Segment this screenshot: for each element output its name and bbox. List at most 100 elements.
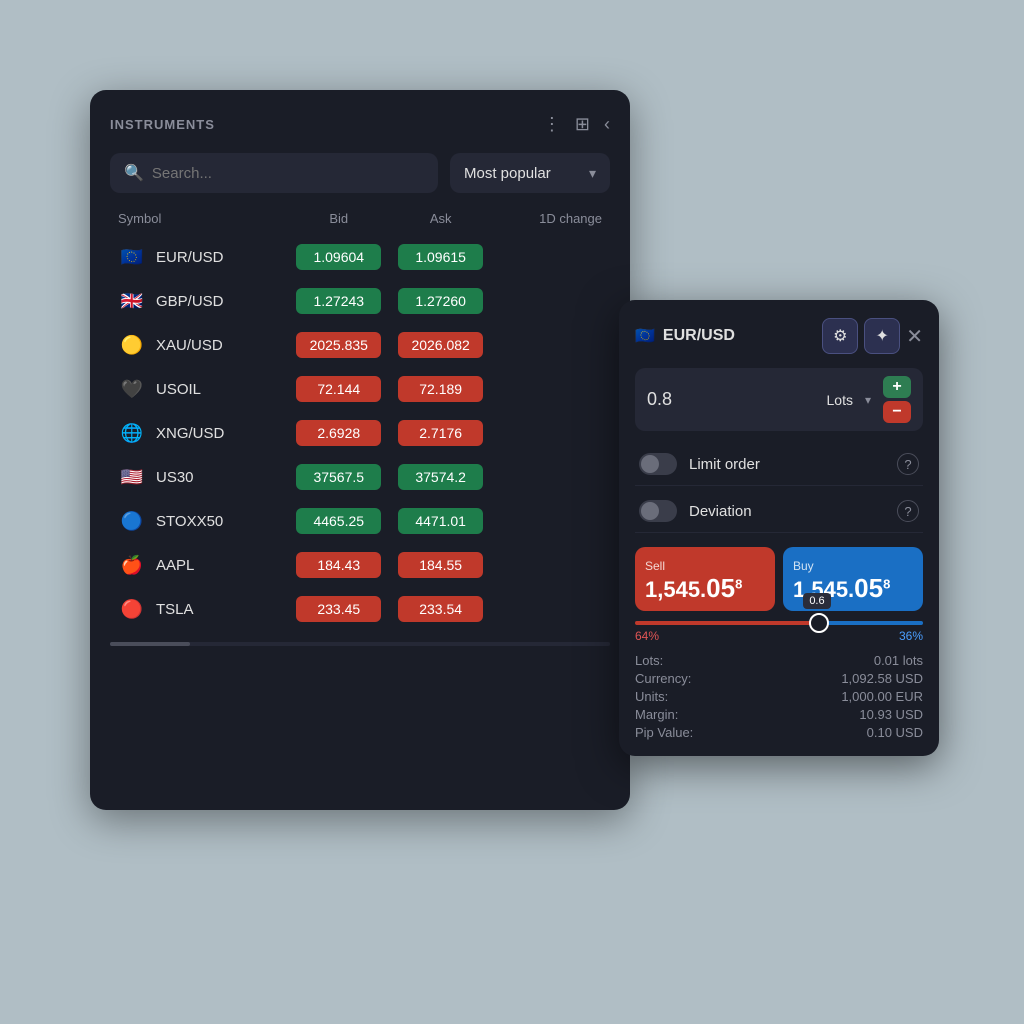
bid-cell: 37567.5 [288, 464, 390, 490]
bid-price[interactable]: 2.6928 [296, 420, 381, 446]
lot-unit: Lots [827, 392, 853, 408]
limit-order-label: Limit order [689, 456, 897, 473]
bid-price[interactable]: 4465.25 [296, 508, 381, 534]
bid-price[interactable]: 37567.5 [296, 464, 381, 490]
symbol-cell: 🟡 XAU/USD [118, 331, 288, 359]
flag-icon: 🔵 [118, 507, 146, 535]
ask-price[interactable]: 2026.082 [398, 332, 483, 358]
panel-title: INSTRUMENTS [110, 117, 215, 132]
table-row[interactable]: 🇬🇧 GBP/USD 1.27243 1.27260 [110, 280, 610, 322]
symbol-cell: 🍎 AAPL [118, 551, 288, 579]
currency-label: Currency: [635, 671, 841, 686]
table-row[interactable]: 🟡 XAU/USD 2025.835 2026.082 [110, 324, 610, 366]
bid-cell: 1.09604 [288, 244, 390, 270]
bid-price[interactable]: 2025.835 [296, 332, 381, 358]
pip-label: Pip Value: [635, 725, 841, 740]
ask-price[interactable]: 1.27260 [398, 288, 483, 314]
info-grid: Lots: 0.01 lots Currency: 1,092.58 USD U… [635, 653, 923, 740]
more-options-icon[interactable]: ⋮ [543, 114, 561, 135]
lot-plus-btn[interactable]: + [883, 376, 911, 398]
filter-icon-btn[interactable]: ⚙ [822, 318, 858, 354]
ask-price[interactable]: 37574.2 [398, 464, 483, 490]
symbol-name: USOIL [156, 381, 201, 398]
ask-cell: 1.09615 [390, 244, 492, 270]
col-symbol: Symbol [118, 211, 288, 226]
ask-cell: 4471.01 [390, 508, 492, 534]
col-bid: Bid [288, 211, 390, 226]
ask-price[interactable]: 1.09615 [398, 244, 483, 270]
sell-price: 1,545.058 [645, 575, 765, 601]
slider-container[interactable]: 0.6 64% 36% [635, 621, 923, 643]
deviation-help-icon[interactable]: ? [897, 500, 919, 522]
ask-price[interactable]: 233.54 [398, 596, 483, 622]
sell-price-sup: 8 [735, 577, 742, 592]
ask-price[interactable]: 72.189 [398, 376, 483, 402]
trade-header: 🇪🇺 EUR/USD ⚙ ✦ ✕ [635, 318, 923, 354]
table-row[interactable]: 🌐 XNG/USD 2.6928 2.7176 [110, 412, 610, 454]
ask-cell: 2.7176 [390, 420, 492, 446]
ask-price[interactable]: 4471.01 [398, 508, 483, 534]
margin-value: 10.93 USD [841, 707, 923, 722]
symbol-cell: 🔴 TSLA [118, 595, 288, 623]
filter-dropdown[interactable]: Most popular ▾ [450, 153, 610, 193]
bid-price[interactable]: 233.45 [296, 596, 381, 622]
flag-icon: 🔴 [118, 595, 146, 623]
collapse-icon[interactable]: ‹ [604, 114, 610, 135]
table-row[interactable]: 🖤 USOIL 72.144 72.189 [110, 368, 610, 410]
bid-price[interactable]: 1.09604 [296, 244, 381, 270]
ask-cell: 1.27260 [390, 288, 492, 314]
lots-value: 0.01 lots [841, 653, 923, 668]
sell-price-big: 05 [706, 573, 735, 603]
filter-label: Most popular [464, 165, 551, 182]
symbol-name: STOXX50 [156, 513, 223, 530]
panel-header: INSTRUMENTS ⋮ ⊞ ‹ [110, 114, 610, 135]
table-row[interactable]: 🔴 TSLA 233.45 233.54 [110, 588, 610, 630]
symbol-name: GBP/USD [156, 293, 224, 310]
limit-order-toggle[interactable] [639, 453, 677, 475]
bid-cell: 184.43 [288, 552, 390, 578]
toggle-thumb [641, 455, 659, 473]
slider-track[interactable] [635, 621, 923, 625]
bid-cell: 1.27243 [288, 288, 390, 314]
symbol-cell: 🇺🇸 US30 [118, 463, 288, 491]
bid-price[interactable]: 72.144 [296, 376, 381, 402]
sparkle-icon-btn[interactable]: ✦ [864, 318, 900, 354]
slider-labels: 64% 36% [635, 629, 923, 643]
ask-price[interactable]: 184.55 [398, 552, 483, 578]
lot-minus-btn[interactable]: − [883, 401, 911, 423]
search-input[interactable] [152, 165, 424, 182]
bid-cell: 2025.835 [288, 332, 390, 358]
table-row[interactable]: 🍎 AAPL 184.43 184.55 [110, 544, 610, 586]
trade-flag: 🇪🇺 [635, 326, 655, 346]
deviation-row: Deviation ? [635, 490, 923, 533]
sell-button[interactable]: Sell 1,545.058 [635, 547, 775, 611]
col-ask: Ask [390, 211, 492, 226]
buy-price-sup: 8 [883, 577, 890, 592]
close-button[interactable]: ✕ [906, 324, 923, 349]
table-row[interactable]: 🇺🇸 US30 37567.5 37574.2 [110, 456, 610, 498]
bid-price[interactable]: 184.43 [296, 552, 381, 578]
symbol-name: XAU/USD [156, 337, 223, 354]
units-value: 1,000.00 EUR [841, 689, 923, 704]
scrollbar[interactable] [110, 642, 610, 646]
buy-label: Buy [793, 559, 913, 573]
search-box[interactable]: 🔍 [110, 153, 438, 193]
table-row[interactable]: 🔵 STOXX50 4465.25 4471.01 [110, 500, 610, 542]
flag-icon: 🟡 [118, 331, 146, 359]
grid-icon[interactable]: ⊞ [575, 114, 590, 135]
header-icons: ⋮ ⊞ ‹ [543, 114, 610, 135]
symbol-cell: 🇪🇺 EUR/USD [118, 243, 288, 271]
ask-price[interactable]: 2.7176 [398, 420, 483, 446]
lot-value[interactable]: 0.8 [647, 389, 819, 410]
bid-price[interactable]: 1.27243 [296, 288, 381, 314]
deviation-toggle[interactable] [639, 500, 677, 522]
limit-order-help-icon[interactable]: ? [897, 453, 919, 475]
flag-icon: 🍎 [118, 551, 146, 579]
flag-icon: 🌐 [118, 419, 146, 447]
lot-unit-chevron[interactable]: ▾ [865, 393, 871, 407]
table-row[interactable]: 🇪🇺 EUR/USD 1.09604 1.09615 [110, 236, 610, 278]
symbol-name: US30 [156, 469, 194, 486]
symbol-name: EUR/USD [156, 249, 224, 266]
search-filter-row: 🔍 Most popular ▾ [110, 153, 610, 193]
flag-icon: 🇪🇺 [118, 243, 146, 271]
